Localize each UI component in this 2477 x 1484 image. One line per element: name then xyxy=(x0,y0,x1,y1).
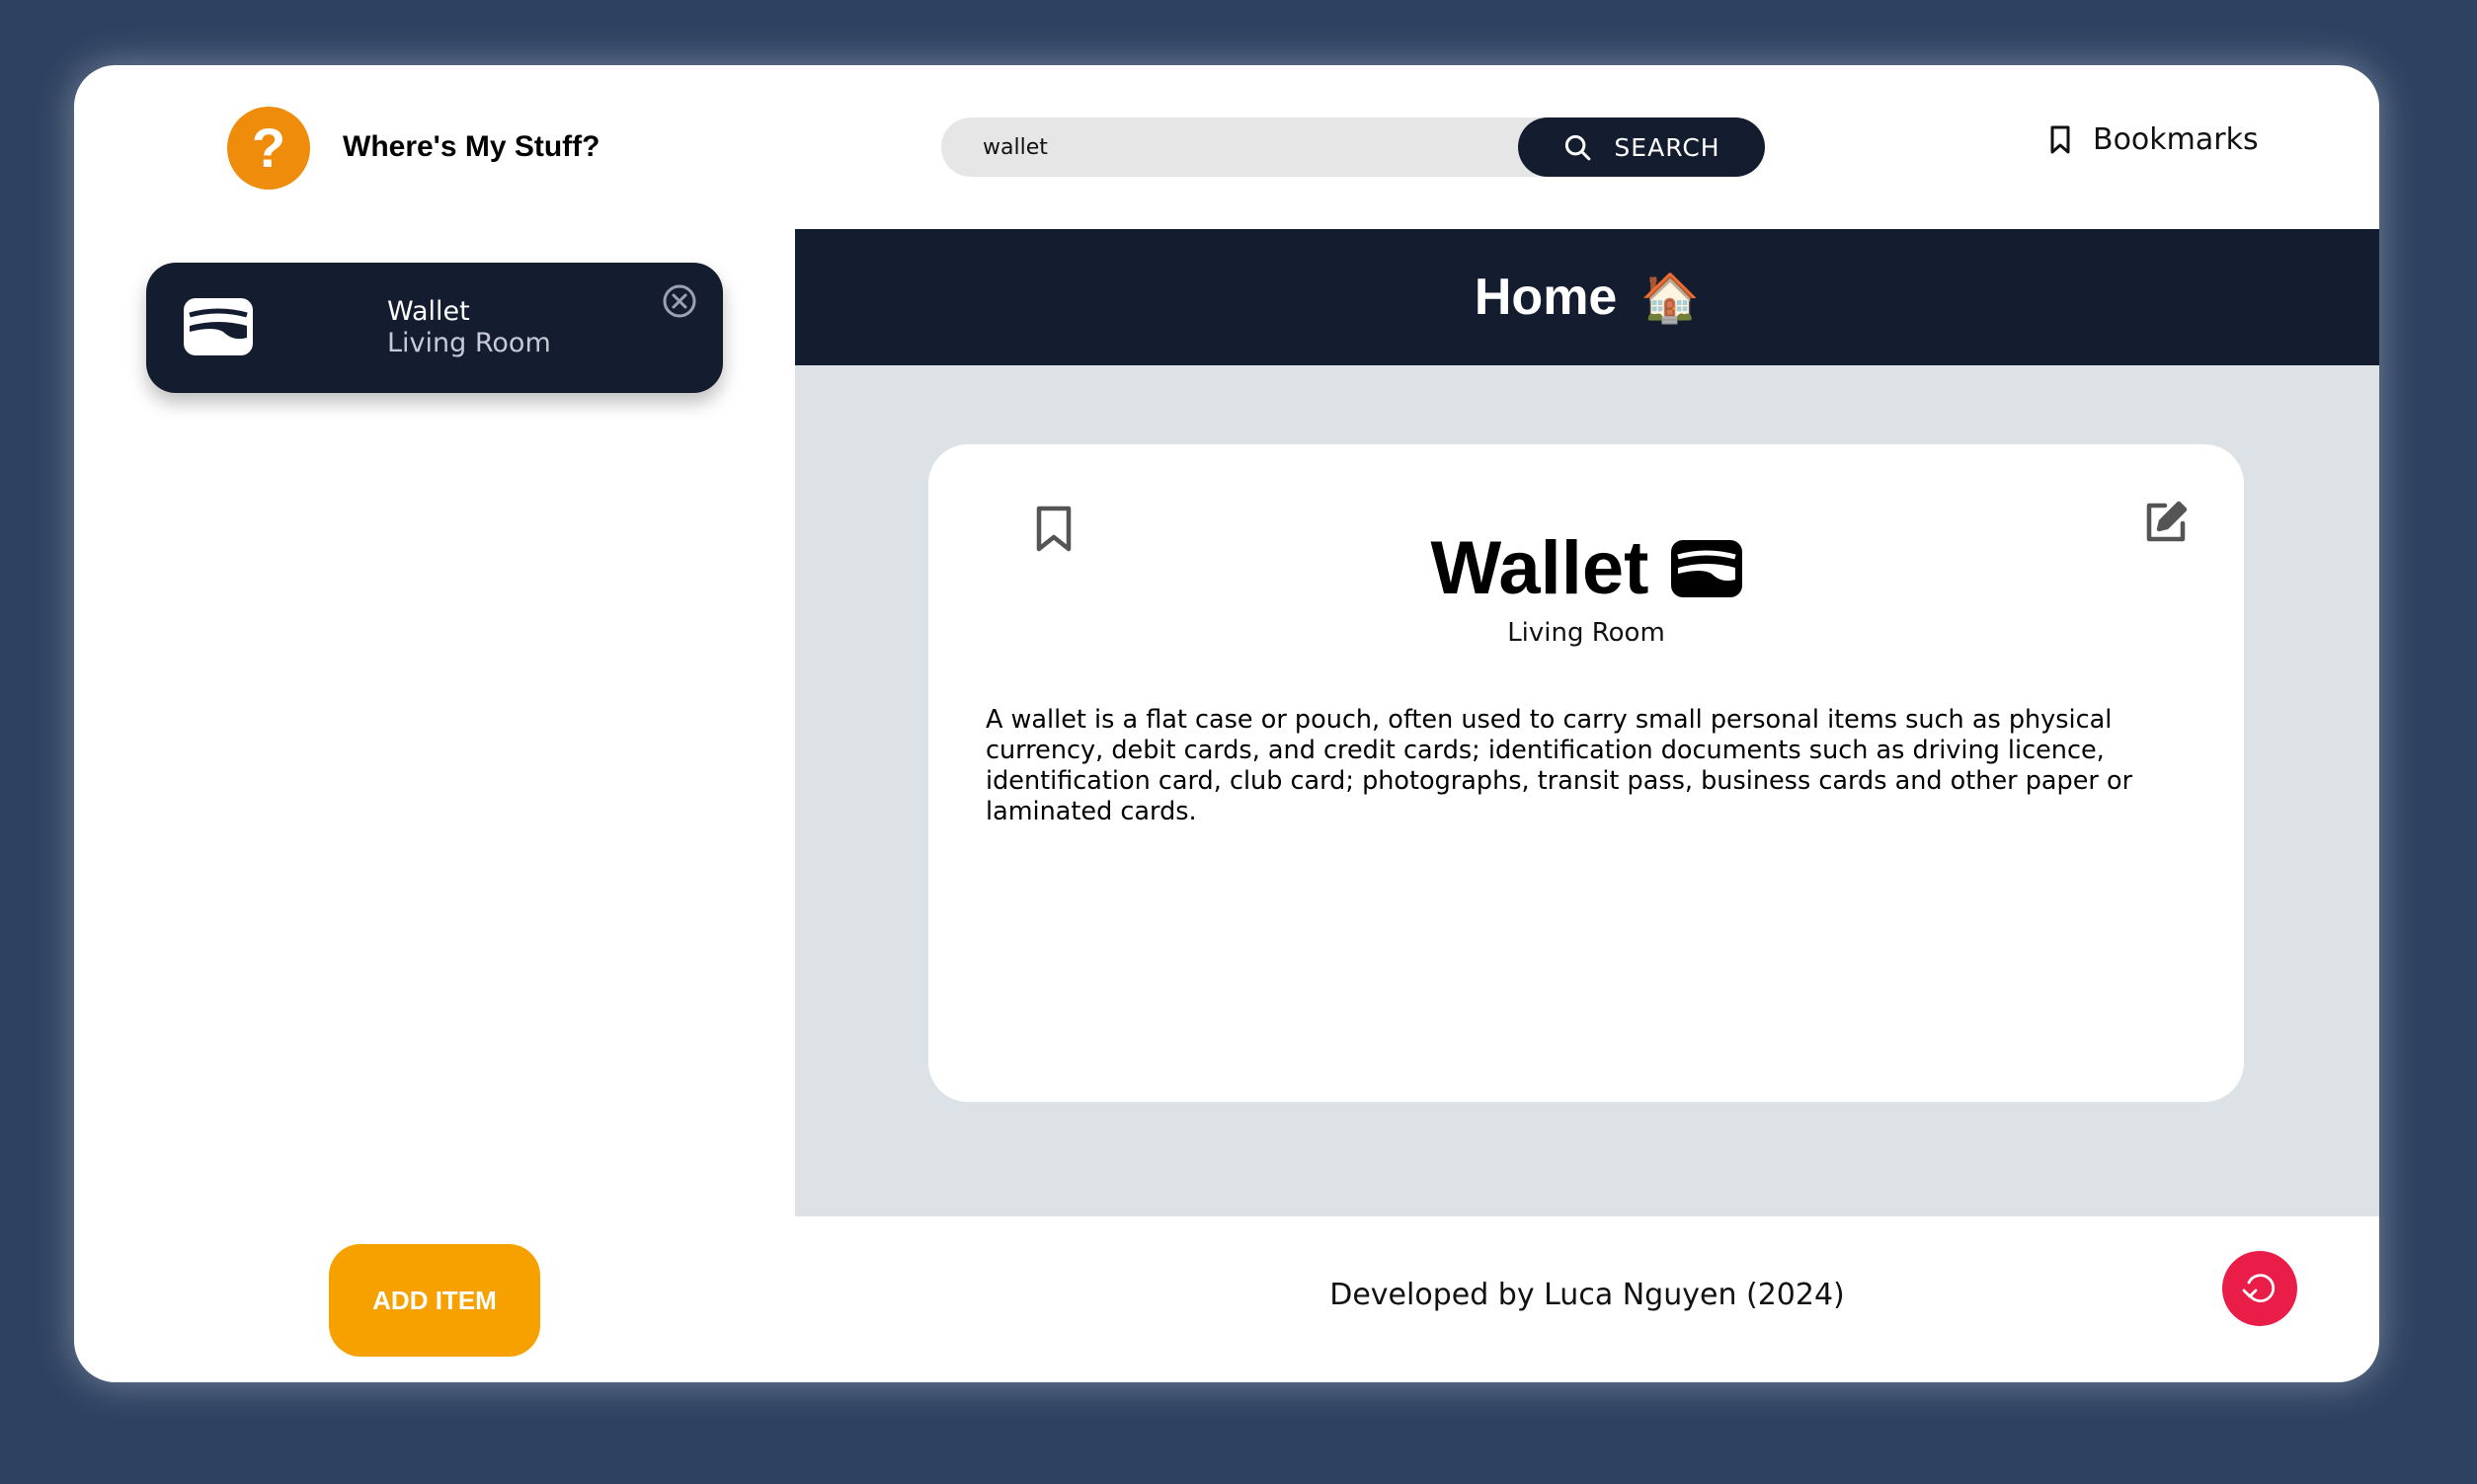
wallet-icon xyxy=(1670,539,1742,597)
item-location: Living Room xyxy=(1507,618,1665,648)
item-title: Wallet xyxy=(1430,526,1649,610)
main-panel: Wallet Living Room A wallet is a flat ca… xyxy=(795,365,2379,1216)
search-button-label: SEARCH xyxy=(1614,132,1720,162)
app-window: ? Where's My Stuff? SEARCH Bookmarks Wal… xyxy=(74,65,2379,1382)
search-icon xyxy=(1565,134,1591,161)
item-detail-card: Wallet Living Room A wallet is a flat ca… xyxy=(928,444,2244,1102)
remove-item-close-icon[interactable] xyxy=(660,281,699,321)
list-item-name: Wallet xyxy=(387,296,470,327)
footer-credit: Developed by Luca Nguyen (2024) xyxy=(1329,1278,1845,1312)
search-button[interactable]: SEARCH xyxy=(1518,117,1765,177)
search-input[interactable] xyxy=(941,117,1534,177)
main-header: Home 🏠 xyxy=(795,229,2379,365)
reset-button[interactable] xyxy=(2222,1251,2297,1326)
reset-icon xyxy=(2242,1274,2276,1303)
logo-question-icon: ? xyxy=(227,107,310,190)
bookmark-icon xyxy=(2050,125,2070,153)
item-title-row: Wallet xyxy=(928,525,2244,611)
wallet-icon xyxy=(184,298,253,355)
bookmarks-label: Bookmarks xyxy=(2093,122,2259,157)
search-bar: SEARCH xyxy=(941,117,1765,177)
list-item-location: Living Room xyxy=(387,328,551,358)
page-title: Home xyxy=(1474,269,1618,326)
item-description: A wallet is a flat case or pouch, often … xyxy=(986,705,2133,826)
add-item-button[interactable]: ADD ITEM xyxy=(329,1244,540,1357)
house-icon: 🏠 xyxy=(1640,270,1701,326)
bookmarks-link[interactable]: Bookmarks xyxy=(2049,122,2259,157)
app-title: Where's My Stuff? xyxy=(343,130,600,163)
list-item[interactable]: Wallet Living Room xyxy=(146,263,723,393)
